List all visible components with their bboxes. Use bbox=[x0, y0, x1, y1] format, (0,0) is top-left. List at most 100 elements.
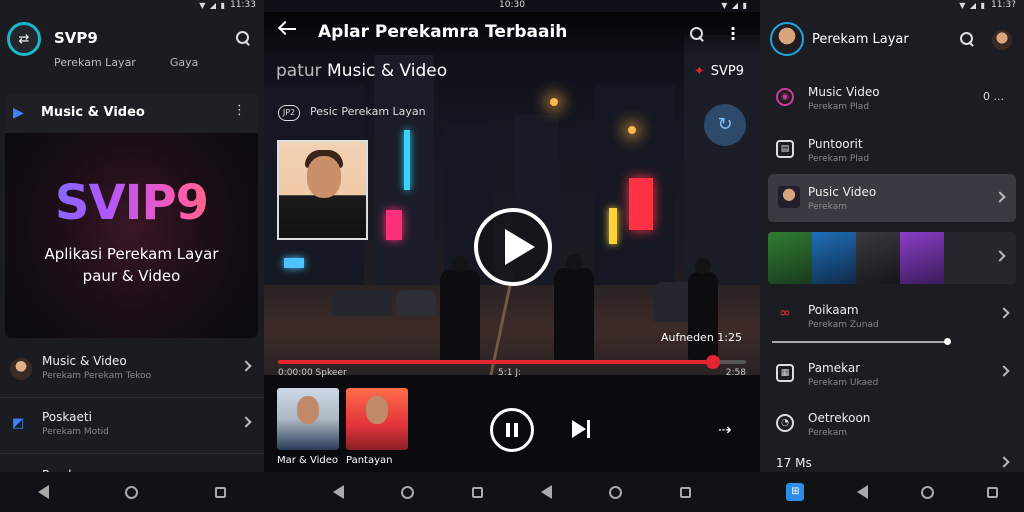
home-nav-icon[interactable] bbox=[609, 485, 623, 499]
thumbnail[interactable] bbox=[900, 232, 944, 284]
list-item-title: Oetrekoon bbox=[808, 411, 871, 425]
list-item-subtitle: Perekam Perekam Tekoo bbox=[42, 371, 152, 381]
progress-bar[interactable] bbox=[278, 355, 746, 369]
list-item-title: Puntoorit bbox=[808, 137, 863, 151]
chevron-right-icon bbox=[998, 456, 1010, 468]
recents-nav-icon[interactable] bbox=[986, 486, 998, 498]
chevron-right-icon bbox=[998, 307, 1010, 319]
system-navigation-bar bbox=[264, 472, 760, 512]
neon-sign bbox=[284, 258, 304, 268]
brand-logo-icon: ✦ bbox=[693, 64, 705, 79]
car bbox=[396, 290, 436, 316]
signal-wifi-battery-icons: ▼ ◢ ▮ bbox=[199, 1, 226, 10]
back-arrow-icon[interactable] bbox=[280, 28, 296, 30]
neon-sign bbox=[386, 210, 402, 240]
back-nav-icon[interactable] bbox=[332, 485, 344, 499]
thumbnail[interactable] bbox=[856, 232, 900, 284]
system-navigation-bar: ⊞ bbox=[760, 472, 1024, 512]
list-item-title: Pusic Video bbox=[808, 185, 877, 199]
app-name: SVP9 bbox=[54, 29, 98, 47]
list-item-title: Poikaam bbox=[808, 303, 859, 317]
video-title: Aplar Perekamra Terbaaih bbox=[318, 22, 568, 42]
play-button[interactable] bbox=[474, 208, 552, 286]
app-switch-icon[interactable]: ⊞ bbox=[786, 483, 805, 501]
play-logo-icon: ▶ bbox=[13, 105, 24, 121]
related-video-label: Pantayan bbox=[346, 455, 393, 466]
list-item[interactable]: ▦ Pamekar Perekam Ukaed bbox=[760, 350, 1024, 398]
channel-name: Pesic Perekam Layan bbox=[310, 105, 426, 118]
home-nav-icon[interactable] bbox=[401, 485, 415, 499]
list-item-subtitle: Perekam Motid bbox=[42, 427, 109, 437]
list-item-title: Poskaeti bbox=[42, 410, 92, 424]
back-nav-icon[interactable] bbox=[857, 485, 869, 499]
featured-card[interactable]: ▶ Music & Video ⋮ SVIP9 Aplikasi Perekam… bbox=[5, 93, 258, 338]
recents-nav-icon[interactable] bbox=[214, 486, 226, 498]
tagline-line1: Aplikasi Perekam Layar bbox=[44, 245, 219, 263]
search-icon[interactable] bbox=[960, 32, 974, 46]
search-icon[interactable] bbox=[236, 31, 250, 45]
profile-avatar[interactable] bbox=[770, 22, 804, 56]
list-item-subtitle: Perekam bbox=[808, 202, 848, 212]
list-item[interactable]: ▤ Puntoorit Perekam Plad bbox=[760, 126, 1024, 174]
more-options-icon[interactable]: · · · bbox=[730, 21, 736, 47]
thumbnail[interactable] bbox=[768, 232, 812, 284]
list-item-title: Music & Video bbox=[42, 354, 127, 368]
top-tabs: Perekam Layar Gaya bbox=[54, 56, 198, 69]
volume-slider[interactable] bbox=[772, 338, 952, 345]
tab-perekam-layar[interactable]: Perekam Layar bbox=[54, 56, 136, 69]
featured-tagline: Aplikasi Perekam Layar paur & Video bbox=[5, 243, 258, 287]
list-item-subtitle: Perekam Plad bbox=[808, 102, 870, 112]
signal-wifi-battery-icons: ▼ ◢ ▮ bbox=[721, 1, 748, 10]
list-item[interactable]: ∞ Poikaam Perekam Zunad bbox=[760, 292, 1024, 340]
library-screen: ▼ ◢ ▮ 11:3? Perekam Layar ◉ Music Video … bbox=[760, 0, 1024, 512]
person-silhouette bbox=[688, 258, 718, 360]
list-item[interactable]: Music & Video Perekam Perekam Tekoo bbox=[0, 342, 264, 398]
list-item[interactable]: ◩ Poskaeti Perekam Motid bbox=[0, 398, 264, 454]
more-options-icon[interactable]: ⋮ bbox=[233, 103, 246, 118]
status-bar: ▼ ◢ ▮ 11:3? bbox=[760, 0, 1024, 12]
list-item[interactable]: ◔ Oetrekoon Perekam bbox=[760, 400, 1024, 448]
search-icon[interactable] bbox=[690, 27, 704, 41]
brand-label: ✦ SVP9 bbox=[694, 64, 744, 79]
street-lamp bbox=[628, 126, 636, 134]
channel-row[interactable]: JP2 Pesic Perekam Layan bbox=[278, 105, 426, 121]
thumbnail[interactable] bbox=[812, 232, 856, 284]
share-icon[interactable]: ⇢ bbox=[718, 420, 731, 439]
calendar-icon: ▦ bbox=[776, 364, 794, 382]
total-time: 2:58 bbox=[725, 368, 746, 378]
list-item-title: 17 Ms bbox=[776, 456, 812, 470]
home-nav-icon[interactable] bbox=[920, 485, 934, 499]
recents-nav-icon[interactable] bbox=[680, 486, 692, 498]
tab-gaya[interactable]: Gaya bbox=[170, 56, 199, 69]
music-video-icon: ◉ bbox=[776, 88, 794, 106]
sync-icon[interactable]: ↻ bbox=[704, 104, 746, 146]
card-face bbox=[297, 396, 319, 424]
status-time: 11:3? bbox=[991, 0, 1016, 10]
pause-button[interactable] bbox=[490, 408, 534, 452]
portrait-thumbnail[interactable] bbox=[277, 140, 368, 240]
list-item-selected[interactable]: Pusic Video Perekam bbox=[768, 174, 1016, 222]
person-silhouette bbox=[554, 254, 594, 362]
video-subtitle: patur Music & Video bbox=[276, 61, 447, 81]
recents-nav-icon[interactable] bbox=[472, 486, 484, 498]
slider-knob[interactable] bbox=[944, 338, 952, 345]
chevron-right-icon bbox=[240, 416, 252, 428]
app-logo-icon[interactable]: ⇄ bbox=[7, 22, 41, 56]
back-nav-icon[interactable] bbox=[38, 485, 50, 499]
related-video-card[interactable] bbox=[277, 388, 339, 450]
channel-badge: JP2 bbox=[278, 105, 300, 121]
back-nav-icon[interactable] bbox=[540, 485, 552, 499]
status-bar: 10:30 ▼ ◢ ▮ bbox=[264, 0, 760, 12]
skip-next-icon[interactable] bbox=[572, 420, 592, 438]
subtitle-prefix: patur bbox=[276, 61, 322, 81]
list-item[interactable]: ◉ Music Video Perekam Plad 0 ... bbox=[760, 74, 1024, 122]
chevron-right-icon bbox=[240, 360, 252, 372]
portrait-face bbox=[307, 156, 341, 198]
related-video-label: Mar & Video bbox=[277, 455, 339, 466]
home-nav-icon[interactable] bbox=[125, 485, 139, 499]
video-player-screen: 10:30 ▼ ◢ ▮ Aplar Perekamra Terbaaih · · ·… bbox=[264, 0, 760, 512]
user-avatar[interactable] bbox=[992, 30, 1012, 50]
related-video-card[interactable] bbox=[346, 388, 408, 450]
video-thumbnail-strip[interactable] bbox=[768, 232, 1016, 284]
clock-icon: ◔ bbox=[776, 414, 794, 432]
